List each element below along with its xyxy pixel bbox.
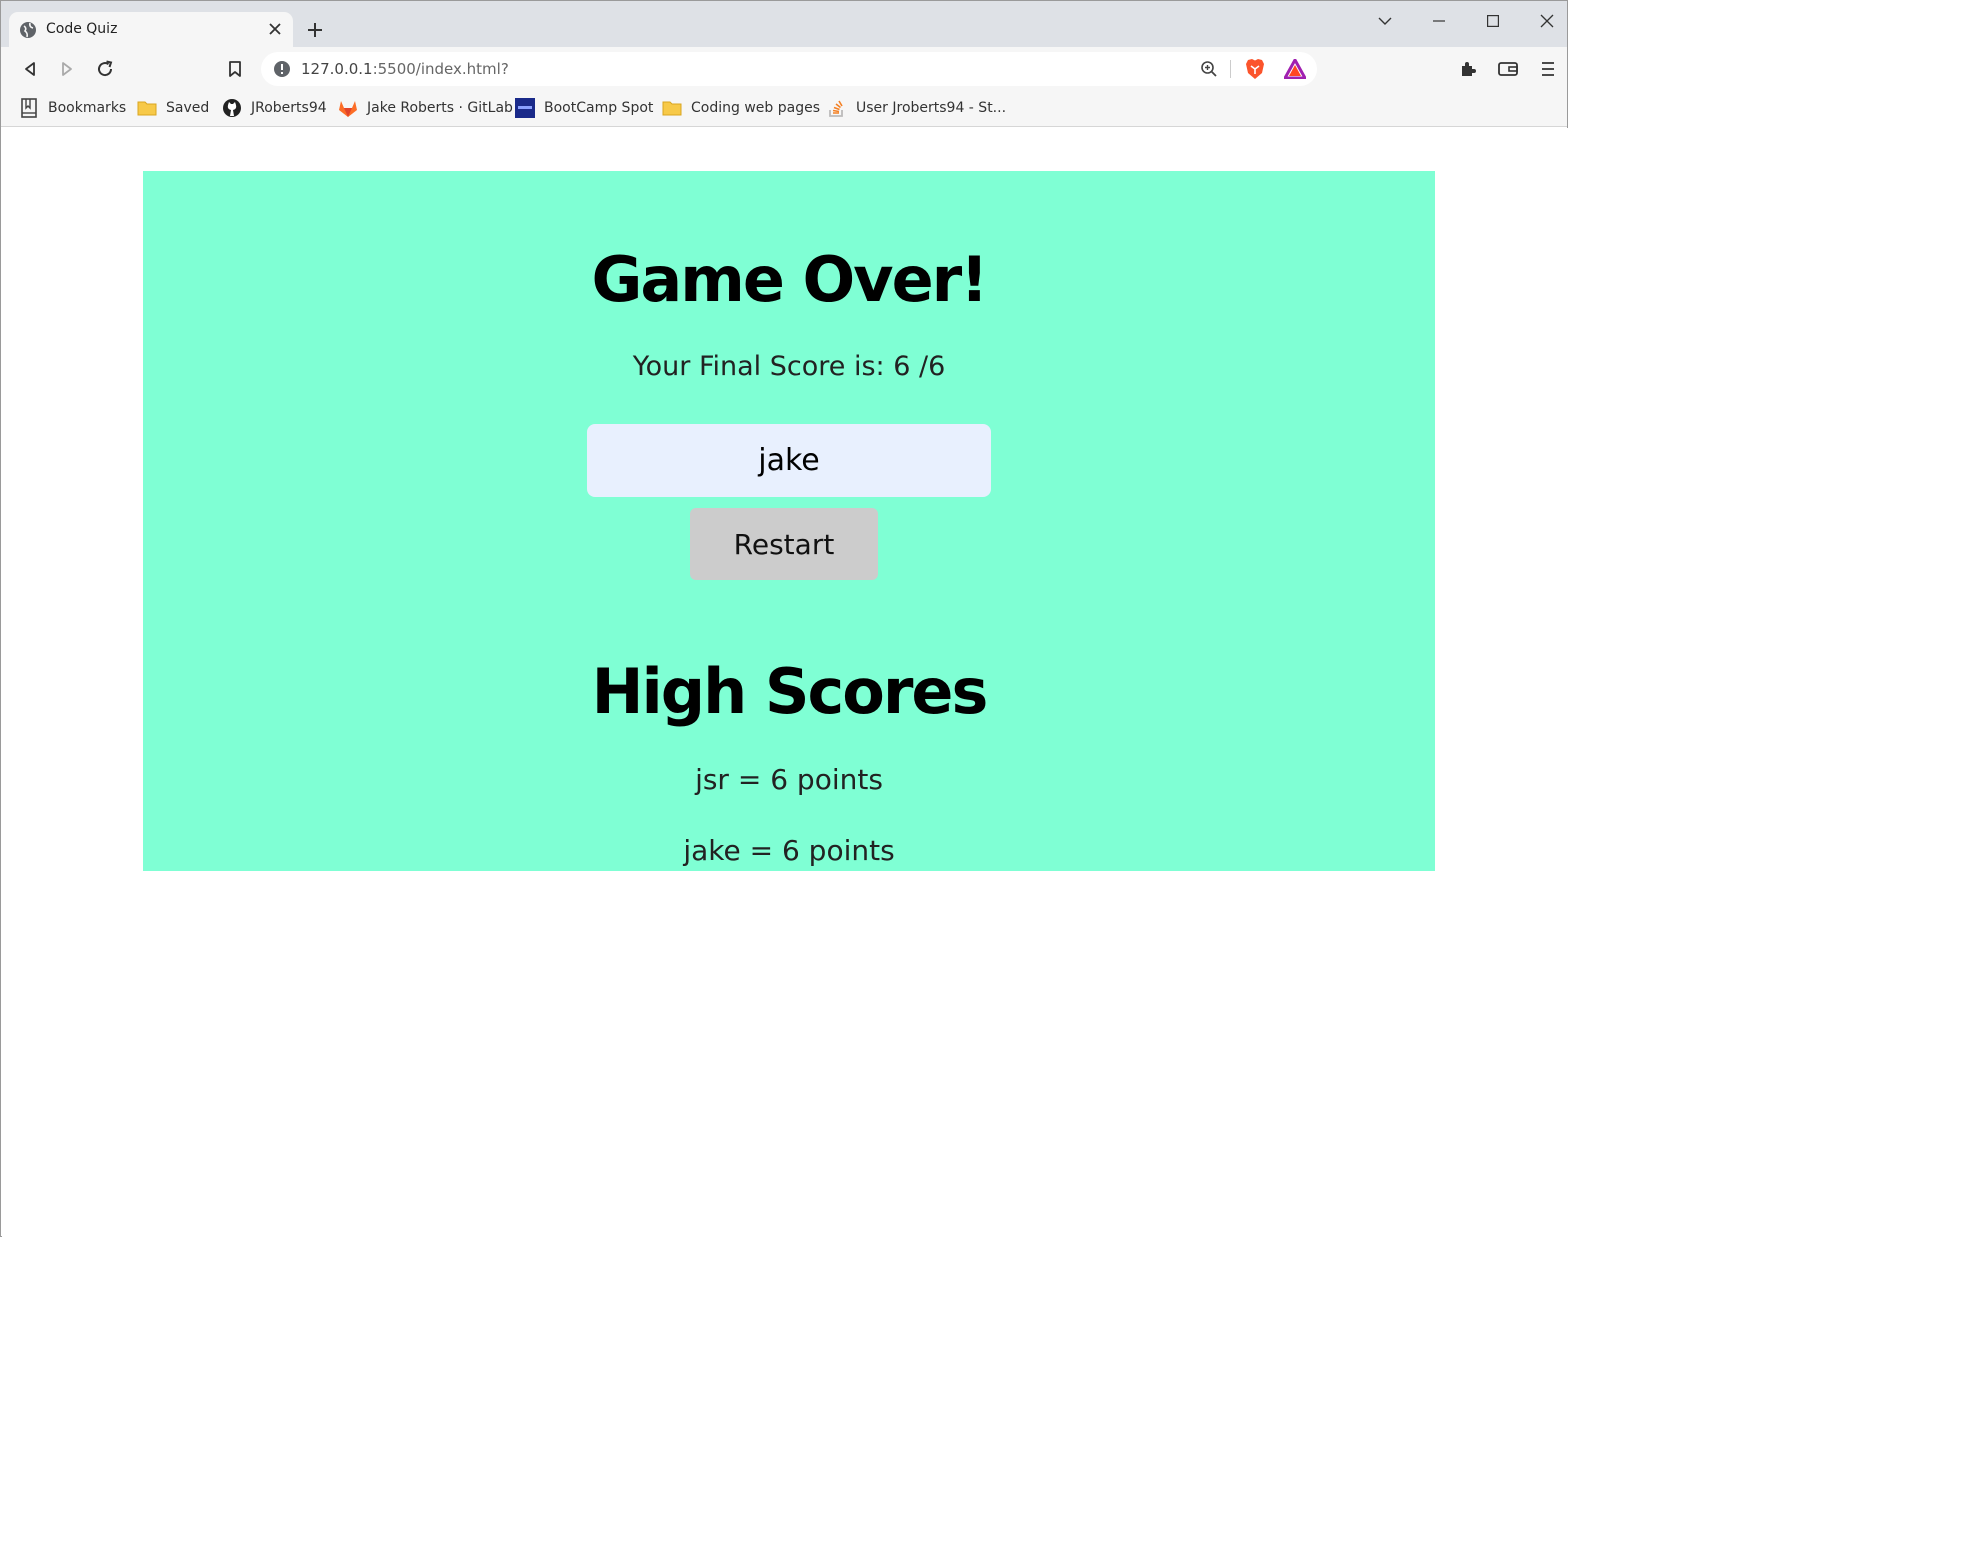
quiz-card: Game Over! Your Final Score is: 6 /6 Res… (143, 171, 1435, 871)
url-text: 127.0.0.1:5500/index.html? (301, 60, 509, 78)
reload-icon[interactable] (93, 57, 117, 81)
game-over-title: Game Over! (591, 243, 989, 316)
maximize-icon[interactable] (1481, 9, 1505, 33)
folder-icon (662, 98, 682, 118)
new-tab-icon[interactable] (303, 18, 327, 42)
brave-shields-icon[interactable] (1243, 57, 1267, 81)
bookmark-saved[interactable]: Saved (137, 97, 209, 119)
menu-icon[interactable] (1536, 57, 1560, 81)
tab-search-icon[interactable] (1373, 9, 1397, 33)
bookmark-page-icon[interactable] (223, 57, 247, 81)
url-host: 127.0.0.1 (301, 60, 373, 78)
address-bar[interactable]: 127.0.0.1:5500/index.html? (261, 52, 1317, 86)
tab-title: Code Quiz (46, 21, 118, 37)
bookmark-label: User Jroberts94 - St... (856, 100, 1007, 116)
url-path: :5500/index.html? (372, 60, 509, 78)
stackoverflow-icon (827, 98, 847, 118)
close-window-icon[interactable] (1535, 9, 1559, 33)
tab-strip: Code Quiz (1, 1, 1567, 48)
omnibox-separator (1230, 60, 1231, 78)
globe-icon (19, 21, 37, 39)
extensions-icon[interactable] (1456, 57, 1480, 81)
bookmarks-bar: Bookmarks Saved JRoberts94 Jake Roberts … (1, 91, 1567, 127)
high-score-item: jake = 6 points (683, 834, 895, 867)
browser-toolbar: 127.0.0.1:5500/index.html? (1, 47, 1567, 91)
page-viewport: Game Over! Your Final Score is: 6 /6 Res… (2, 128, 1568, 1237)
initials-input[interactable] (587, 424, 991, 497)
browser-window: Code Quiz 127.0.0.1:5500/index.html? Boo… (0, 0, 1568, 1237)
bookmark-bookmarks[interactable]: Bookmarks (19, 97, 126, 119)
high-scores-title: High Scores (591, 655, 989, 728)
bookmark-label: Bookmarks (48, 100, 127, 116)
bookmark-label: Jake Roberts · GitLab (367, 100, 513, 116)
bookmark-label: BootCamp Spot (544, 100, 654, 116)
brave-rewards-icon[interactable] (1283, 57, 1307, 81)
close-tab-icon[interactable] (265, 19, 285, 39)
bookmark-label: Saved (166, 100, 210, 116)
bookmark-bootcamp[interactable]: BootCamp Spot (515, 97, 653, 119)
tab-code-quiz[interactable]: Code Quiz (9, 12, 293, 48)
bookmark-label: JRoberts94 (251, 100, 327, 116)
bookmarks-icon (19, 98, 39, 118)
bookmark-label: Coding web pages (691, 100, 820, 116)
final-score-text: Your Final Score is: 6 /6 (632, 351, 946, 382)
bookmark-github[interactable]: JRoberts94 (222, 97, 327, 119)
gitlab-icon (338, 98, 358, 118)
site-info-icon[interactable] (270, 57, 294, 81)
restart-button[interactable]: Restart (690, 508, 878, 580)
minimize-icon[interactable] (1427, 9, 1451, 33)
folder-icon (137, 98, 157, 118)
zoom-icon[interactable] (1197, 57, 1221, 81)
bookmark-gitlab[interactable]: Jake Roberts · GitLab (338, 97, 513, 119)
back-icon[interactable] (18, 57, 42, 81)
forward-icon[interactable] (55, 57, 79, 81)
bootcamp-icon (515, 98, 535, 118)
bookmark-stackoverflow[interactable]: User Jroberts94 - St... (827, 97, 1006, 119)
bookmark-coding-pages[interactable]: Coding web pages (662, 97, 820, 119)
github-icon (222, 98, 242, 118)
high-score-item: jsr = 6 points (695, 763, 883, 796)
wallet-icon[interactable] (1496, 57, 1520, 81)
